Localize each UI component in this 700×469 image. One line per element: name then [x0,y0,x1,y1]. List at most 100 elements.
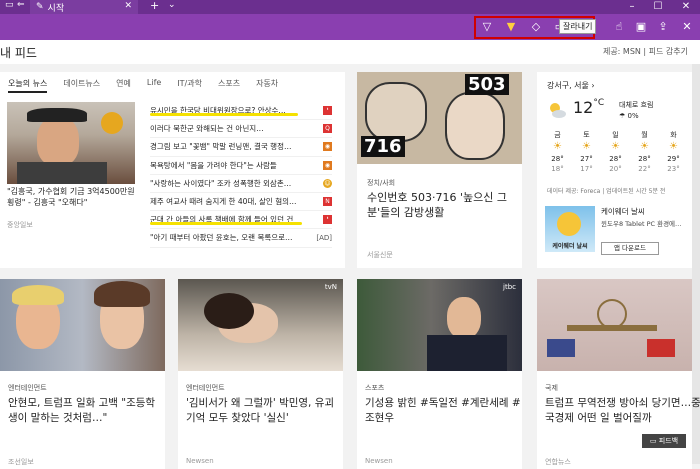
forecast-day: 월 ☀ 28° 22° [630,130,659,174]
forecast-day: 화 ☀ 29° 23° [659,130,688,174]
close-window-button[interactable]: ✕ [676,0,696,14]
news-card: 오늘의 뉴스 데이트뉴스 연예 Life IT/과학 스포츠 자동차 "김흥국,… [0,72,345,268]
title-bar: ▭ ⇐ ✎ 시작 ✕ + ⌄ – ☐ ✕ [0,0,700,14]
exit-note-icon[interactable]: ✕ [678,20,696,34]
save-note-icon[interactable]: ▣ [632,20,650,34]
kweather-app-image[interactable]: 케이웨더 날씨 [545,206,595,252]
card-source: 연합뉴스 [545,458,571,466]
news-tabs: 오늘의 뉴스 데이트뉴스 연예 Life IT/과학 스포츠 자동차 [8,78,294,93]
source-icon: ☺ [323,178,332,188]
card-source: 조선일보 [8,458,34,466]
maximize-button[interactable]: ☐ [648,0,668,14]
close-tab-icon[interactable]: ✕ [124,1,132,11]
card-category: 엔터테인먼트 [8,384,47,392]
list-item[interactable]: "사랑하는 사이였다" 조카 성폭행한 외삼촌… ☺ [150,175,332,193]
news-image [537,279,692,371]
feature-card[interactable]: 716 503 정치/사회 수인번호 503·716 '높으신 그분'들의 감방… [357,72,522,268]
tab-sports[interactable]: 스포츠 [218,78,240,93]
tab-it-science[interactable]: IT/과학 [177,78,202,93]
news-card-2[interactable]: tvN 엔터테인먼트 '김비서가 왜 그럴까' 박민영, 유괴 기억 모두 찾았… [178,279,343,469]
tab-entertainment[interactable]: 연예 [116,78,131,93]
forecast-day: 일 ☀ 28° 20° [601,130,630,174]
card-source: Newsen [365,457,393,465]
tab-title: 시작 [47,3,65,14]
back-tab-icon[interactable]: ⇐ [17,0,25,10]
highlight-mark [150,113,298,116]
ad-label: [AD] [316,234,332,243]
prisoner-number-716: 716 [361,136,405,157]
source-icon: N [323,196,332,206]
feature-headline[interactable]: 수인번호 503·716 '높으신 그분'들의 감방생활 [367,190,517,220]
card-category: 국제 [545,384,558,392]
feedback-icon: ▭ [649,437,657,445]
news-image: tvN [178,279,343,371]
partly-cloudy-icon: ☀ [640,141,649,152]
source-icon: Q [323,124,332,134]
tab-start[interactable]: ✎ 시작 ✕ [30,0,138,14]
minimize-button[interactable]: – [622,0,642,14]
list-item[interactable]: 목욕탕에서 "몸을 가려야 한다"는 사람들 ◉ [150,157,332,175]
card-category: 스포츠 [365,384,385,392]
new-tab-icon[interactable]: + [150,0,159,12]
app-ad-name[interactable]: 케이웨더 날씨 [601,206,645,217]
list-item[interactable]: "아기 때부터 아팠던 윤호는, 오랜 목록으로… [AD] [150,229,332,248]
list-item[interactable]: 유시민을 한국당 비대위원장으로? 안상수… ❛ [150,102,332,121]
tab-dating-news[interactable]: 데이트뉴스 [63,78,100,93]
app-download-button[interactable]: 앱 다운로드 [601,242,659,255]
current-temperature: 12°C [573,98,605,117]
main-news-title[interactable]: "김흥국, 가수협회 기금 3억4500만원 횡령" - 김흥국 "오해다" [7,186,135,208]
tab-today-news[interactable]: 오늘의 뉴스 [8,78,48,93]
share-icon[interactable]: ⇪ [654,20,672,34]
highlighter-tool-icon[interactable]: ▼ [502,20,520,34]
partly-cloudy-icon [550,103,566,118]
highlight-mark [150,222,302,225]
tab-auto[interactable]: 자동차 [256,78,278,93]
clip-tooltip: 잘라내기 [559,19,597,34]
main-news-photo[interactable] [7,102,135,184]
partly-cloudy-icon: ☀ [611,141,620,152]
app-ad-description: 윈도우8 Tablet PC 환경에… [601,220,682,228]
feedback-button[interactable]: ▭ 피드백 [642,434,686,448]
weather-card: 강서구, 서울 › 12°C 대체로 흐림 ☂ 0% 금 ☀ 28° 18° 토 ☀ 27… [537,72,692,268]
forecast-day: 토 ☀ 27° 17° [572,130,601,174]
source-icon: ❛ [323,106,332,115]
card-source: Newsen [186,457,214,465]
list-item[interactable]: 이러다 북한군 와해되는 건 아닌지… Q [150,120,332,139]
source-icon: ◉ [323,142,332,152]
card-headline[interactable]: 기성용 밝힌 #독일전 #계란세례 #조현우 [365,396,521,426]
list-item[interactable]: 제주 여교사 때려 숨지게 한 40대, 살인 혐의… N [150,193,332,212]
news-image [0,279,165,371]
news-card-1[interactable]: 엔터테인먼트 안현모, 트럼프 일화 고백 "조등학생이 말하는 것처럼…" 조… [0,279,165,469]
feed-provider[interactable]: 제공: MSN | 피드 감추기 [603,46,688,57]
source-icon: ❛ [323,215,332,225]
pen-icon: ✎ [36,2,44,12]
feature-category: 정치/사회 [367,179,396,187]
weather-location[interactable]: 강서구, 서울 › [547,80,595,91]
list-item[interactable]: 군대 간 아들의 사록 책배에 함께 들어 있던 건 ❛ [150,211,332,230]
source-icon: ◉ [323,160,332,170]
main-news-source: 중앙일보 [7,221,33,229]
web-note-toolbar: ▽ ▼ ◇ ▭ ⧉ 잘라내기 ☝ ▣ ⇪ ✕ [0,14,700,40]
window-menu-icon[interactable]: ▭ [5,0,14,10]
forecast-day: 금 ☀ 28° 18° [543,130,572,174]
forecast: 금 ☀ 28° 18° 토 ☀ 27° 17° 일 ☀ 28° 20° 월 ☀ 28° 22° 화 ☀ 29… [543,130,688,174]
touch-write-icon[interactable]: ☝ [610,20,628,34]
feed-header: 내 피드 제공: MSN | 피드 감추기 [0,40,700,64]
news-image: jtbc [357,279,522,371]
tab-life[interactable]: Life [147,78,161,93]
feature-source: 서울신문 [367,251,393,259]
pen-tool-icon[interactable]: ▽ [478,20,496,34]
rain-icon: ☂ [619,112,626,120]
eraser-tool-icon[interactable]: ◇ [527,20,545,34]
partly-cloudy-icon: ☀ [669,141,678,152]
news-list: 유시민을 한국당 비대위원장으로? 안상수… ❛ 이러다 북한군 와해되는 건 아… [150,102,332,248]
partly-cloudy-icon: ☀ [553,141,562,152]
card-headline[interactable]: '김비서가 왜 그럴까' 박민영, 유괴 기억 모두 찾았다 '실신' [186,396,342,426]
news-card-3[interactable]: jtbc 스포츠 기성용 밝힌 #독일전 #계란세례 #조현우 Newsen [357,279,522,469]
card-headline[interactable]: 안현모, 트럼프 일화 고백 "조등학생이 말하는 것처럼…" [8,396,164,426]
tab-list-icon[interactable]: ⌄ [168,0,176,10]
list-item[interactable]: 경그림 보고 "꽃뱀" 막말 런닝맨, 결국 행정… ◉ [150,138,332,157]
card-category: 엔터테인먼트 [186,384,225,392]
card-headline[interactable]: 트럼프 무역전쟁 방아쇠 당기면…중국경제 어떤 일 벌어질까 [545,396,700,426]
partly-cloudy-icon: ☀ [582,141,591,152]
